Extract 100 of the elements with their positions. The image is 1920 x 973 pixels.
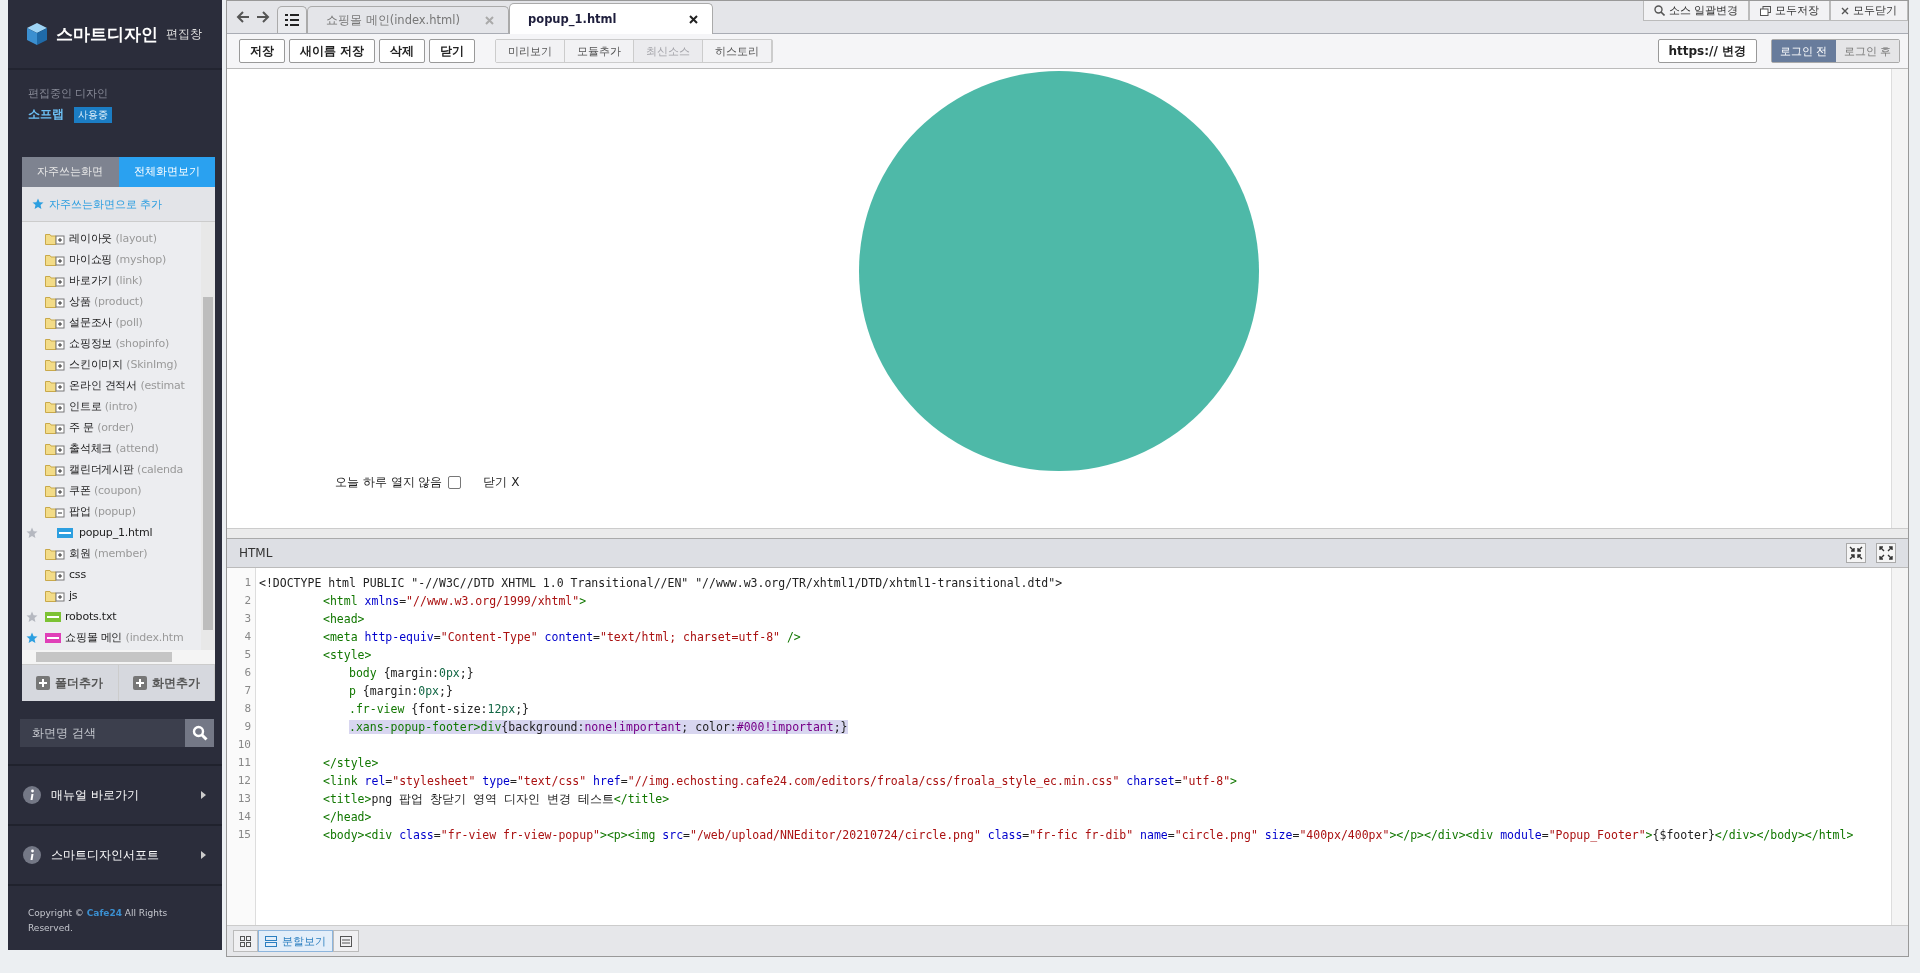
toolbar-button[interactable]: 모두닫기: [1830, 1, 1908, 21]
tree-item[interactable]: robots.txt: [65, 610, 117, 623]
line-number: 4: [243, 629, 252, 645]
folder-icon[interactable]: [45, 253, 65, 266]
tab-list-button[interactable]: [277, 6, 307, 33]
line-number: 7: [243, 683, 252, 699]
action-button[interactable]: 닫기: [429, 39, 476, 63]
tree-item[interactable]: 쇼핑몰 메인 (index.htm: [65, 630, 184, 645]
login-mode-button[interactable]: 로그인 후: [1835, 40, 1899, 62]
plus-icon: [132, 676, 147, 690]
folder-icon[interactable]: [45, 400, 65, 413]
tree-item[interactable]: 팝업 (popup): [69, 504, 136, 519]
scrollbar[interactable]: [22, 650, 215, 664]
line-number: 13: [236, 791, 252, 807]
sidebar-link[interactable]: 스마트디자인서포트: [8, 826, 222, 886]
folder-icon[interactable]: [45, 589, 65, 602]
folder-icon[interactable]: [45, 232, 65, 245]
expand-button[interactable]: [1876, 543, 1896, 563]
grid-icon: [240, 935, 251, 947]
toolbar-button[interactable]: 모두저장: [1749, 1, 1830, 21]
add-button[interactable]: 폴더추가: [22, 665, 119, 701]
tree-item[interactable]: js: [69, 589, 78, 602]
cube-logo-icon: [26, 22, 48, 46]
folder-icon[interactable]: [45, 442, 65, 455]
sidebar-link[interactable]: 매뉴얼 바로가기: [8, 766, 222, 826]
line-number: 9: [243, 719, 252, 735]
folder-icon[interactable]: [45, 421, 65, 434]
tree-item[interactable]: 회원 (member): [69, 546, 148, 561]
tree-item[interactable]: 마이쇼핑 (myshop): [69, 252, 167, 267]
back-forward-icon[interactable]: [235, 10, 271, 24]
split-view-icon: [265, 935, 277, 947]
in-use-badge: 사용중: [74, 106, 112, 123]
view-mode-button[interactable]: [333, 930, 359, 952]
app-subtitle: 편집창: [166, 25, 202, 43]
folder-icon[interactable]: [45, 295, 65, 308]
scrollbar[interactable]: [1891, 568, 1908, 925]
action-button[interactable]: 새이름 저장: [289, 39, 376, 63]
splitter-handle[interactable]: [227, 529, 1908, 539]
popup-footer-text: 오늘 하루 열지 않음: [335, 474, 443, 491]
folder-icon[interactable]: [45, 274, 65, 287]
tree-item[interactable]: 스킨이미지 (SkinImg): [69, 357, 178, 372]
close-icon[interactable]: [689, 14, 698, 24]
panel-title: HTML: [239, 546, 273, 560]
tree-item[interactable]: popup_1.html: [79, 526, 153, 539]
https-button[interactable]: https:// 변경: [1657, 39, 1757, 63]
info-icon: [23, 846, 41, 864]
collapse-button[interactable]: [1846, 543, 1866, 563]
close-icon: [1841, 6, 1849, 15]
folder-icon[interactable]: [45, 316, 65, 329]
tool-button[interactable]: 미리보기: [496, 40, 566, 62]
tree-item[interactable]: 바로가기 (link): [69, 273, 143, 288]
line-number: 14: [236, 809, 252, 825]
open-folder-icon[interactable]: [45, 505, 65, 518]
file-tab[interactable]: popup_1.html: [509, 3, 713, 34]
tree-item[interactable]: 레이아웃 (layout): [69, 231, 157, 246]
login-mode-button[interactable]: 로그인 전: [1772, 40, 1836, 62]
tree-item[interactable]: 상품 (product): [69, 294, 143, 309]
list-icon: [285, 14, 299, 26]
folder-icon[interactable]: [45, 379, 65, 392]
folder-icon[interactable]: [45, 337, 65, 350]
scrollbar[interactable]: [201, 222, 215, 650]
toolbar-button[interactable]: 소스 일괄변경: [1642, 1, 1749, 21]
info-icon: [23, 786, 41, 804]
checkbox[interactable]: [448, 476, 462, 489]
folder-icon[interactable]: [45, 547, 65, 560]
line-number: 2: [243, 593, 252, 609]
single-view-icon: [340, 935, 352, 947]
view-mode-button[interactable]: [233, 930, 258, 952]
add-button[interactable]: 화면추가: [118, 665, 215, 701]
tree-item[interactable]: 주 문 (order): [69, 420, 134, 435]
star-icon[interactable]: [26, 526, 38, 539]
folder-icon[interactable]: [45, 463, 65, 476]
view-mode-button[interactable]: 분할보기: [258, 930, 333, 952]
action-button[interactable]: 저장: [239, 39, 285, 63]
action-button[interactable]: 삭제: [379, 39, 426, 63]
tree-item[interactable]: 온라인 견적서 (estimat: [69, 378, 185, 393]
line-number: 11: [236, 755, 252, 771]
search-button[interactable]: [185, 719, 214, 747]
tree-item[interactable]: 캘린더게시판 (calenda: [69, 462, 184, 477]
copyright-text: Copyright © Cafe24 All Rights Reserved.: [28, 907, 169, 935]
folder-icon[interactable]: [45, 358, 65, 371]
arrow-icon: [201, 791, 206, 799]
tree-item[interactable]: 출석체크 (attend): [69, 441, 159, 456]
close-link[interactable]: 닫기 X: [483, 474, 520, 491]
star-icon[interactable]: [26, 610, 38, 623]
folder-icon[interactable]: [45, 484, 65, 497]
design-name: 소프랩: [28, 106, 64, 123]
tree-item[interactable]: 인트로 (intro): [69, 399, 138, 414]
line-number: 1: [243, 575, 252, 591]
tree-item[interactable]: css: [69, 568, 86, 581]
tree-item[interactable]: 쇼핑정보 (shopinfo): [69, 336, 170, 351]
line-number: 12: [236, 773, 252, 789]
file-tab[interactable]: 쇼핑몰 메인(index.html): [307, 6, 509, 33]
search-field[interactable]: 화면명 검색: [20, 719, 185, 747]
line-number: 15: [236, 827, 252, 843]
tree-item[interactable]: 쿠폰 (coupon): [69, 483, 142, 498]
scrollbar[interactable]: [1891, 69, 1908, 528]
star-icon[interactable]: [26, 631, 38, 644]
folder-icon[interactable]: [45, 568, 65, 581]
tree-item[interactable]: 설문조사 (poll): [69, 315, 143, 330]
